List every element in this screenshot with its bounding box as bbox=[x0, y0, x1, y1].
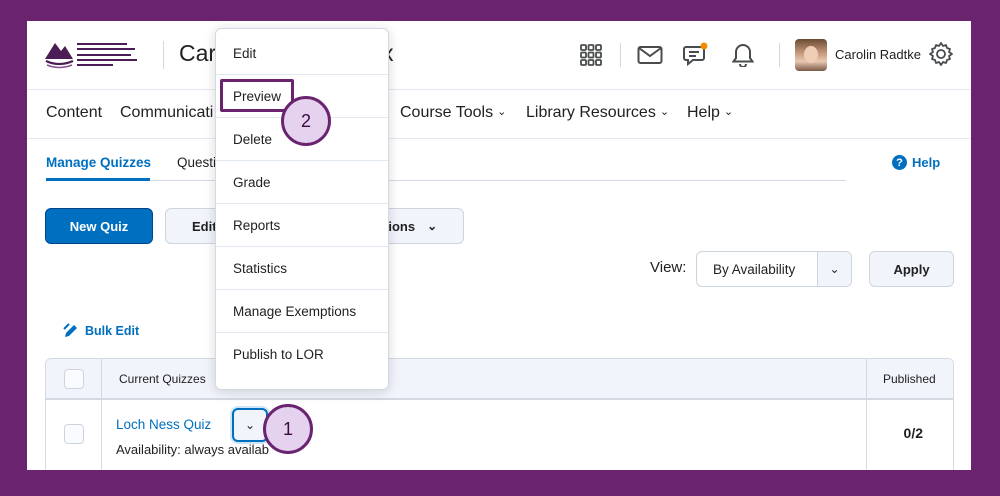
nav-communication[interactable]: Communicati bbox=[120, 104, 213, 122]
chevron-down-icon: ⌄ bbox=[244, 418, 256, 432]
menu-item-publish-to-lor[interactable]: Publish to LOR bbox=[216, 333, 388, 376]
callout-step-1: 1 bbox=[263, 404, 313, 454]
browser-page: Caro x Carolin Radtke bbox=[27, 21, 971, 470]
chevron-down-icon: ⌄ bbox=[497, 106, 507, 118]
university-logo[interactable] bbox=[43, 37, 147, 71]
view-label: View: bbox=[650, 259, 687, 276]
header-divider bbox=[779, 43, 780, 67]
nav-course-tools[interactable]: Course Tools ⌄ bbox=[400, 104, 506, 122]
tab-manage-quizzes[interactable]: Manage Quizzes bbox=[46, 155, 151, 170]
published-count: 0/2 bbox=[903, 425, 923, 441]
top-header: Caro x Carolin Radtke bbox=[27, 21, 971, 89]
bulk-edit-link[interactable]: Bulk Edit bbox=[63, 323, 139, 339]
callout-step-2: 2 bbox=[281, 96, 331, 146]
column-divider bbox=[866, 359, 867, 470]
menu-item-edit[interactable]: Edit bbox=[216, 32, 388, 75]
nav-library-resources[interactable]: Library Resources ⌄ bbox=[526, 104, 669, 122]
quiz-availability: Availability: always availab bbox=[116, 442, 269, 457]
course-navbar: Content Communicati Course Tools ⌄ Librar… bbox=[27, 89, 971, 139]
nav-content[interactable]: Content bbox=[46, 104, 102, 122]
mail-icon[interactable] bbox=[636, 41, 664, 69]
help-link[interactable]: ? Help bbox=[892, 155, 940, 170]
pencil-icon bbox=[63, 323, 77, 337]
apply-button[interactable]: Apply bbox=[869, 251, 954, 287]
gear-icon[interactable] bbox=[927, 40, 955, 68]
view-select[interactable]: By Availability ⌄ bbox=[696, 251, 852, 287]
tab-divider bbox=[46, 180, 846, 181]
menu-item-reports[interactable]: Reports bbox=[216, 204, 388, 247]
chat-icon[interactable] bbox=[682, 41, 710, 69]
column-divider bbox=[101, 359, 102, 470]
help-icon: ? bbox=[892, 155, 907, 170]
grid-icon[interactable] bbox=[577, 41, 605, 69]
header-divider bbox=[163, 41, 164, 69]
help-label: Help bbox=[912, 155, 941, 170]
view-select-value: By Availability bbox=[713, 262, 796, 277]
tab-question-library[interactable]: Questi bbox=[177, 155, 216, 170]
active-tab-indicator bbox=[46, 178, 150, 181]
chevron-down-icon: ⌄ bbox=[659, 106, 670, 118]
quiz-link[interactable]: Loch Ness Quiz bbox=[116, 417, 211, 432]
bell-icon[interactable] bbox=[729, 41, 757, 69]
row-divider bbox=[46, 399, 953, 400]
select-all-checkbox[interactable] bbox=[64, 369, 84, 389]
chevron-down-icon: ⌄ bbox=[427, 219, 438, 233]
menu-item-statistics[interactable]: Statistics bbox=[216, 247, 388, 290]
avatar[interactable] bbox=[795, 39, 827, 71]
user-name[interactable]: Carolin Radtke bbox=[835, 47, 921, 62]
new-quiz-button[interactable]: New Quiz bbox=[45, 208, 153, 244]
menu-item-grade[interactable]: Grade bbox=[216, 161, 388, 204]
bulk-edit-label: Bulk Edit bbox=[85, 324, 140, 338]
row-checkbox[interactable] bbox=[64, 424, 84, 444]
chevron-down-icon[interactable]: ⌄ bbox=[817, 252, 851, 286]
column-header-published[interactable]: Published bbox=[883, 372, 936, 386]
header-divider bbox=[620, 43, 621, 67]
quizzes-table: Current Quizzes Published Loch Ness Quiz… bbox=[45, 358, 954, 470]
preview-highlight bbox=[220, 79, 294, 112]
menu-item-manage-exemptions[interactable]: Manage Exemptions bbox=[216, 290, 388, 333]
nav-help[interactable]: Help ⌄ bbox=[687, 104, 733, 122]
edit-button-label: Edit bbox=[192, 218, 217, 234]
chevron-down-icon: ⌄ bbox=[723, 106, 734, 118]
column-header-current-quizzes[interactable]: Current Quizzes bbox=[119, 372, 206, 386]
